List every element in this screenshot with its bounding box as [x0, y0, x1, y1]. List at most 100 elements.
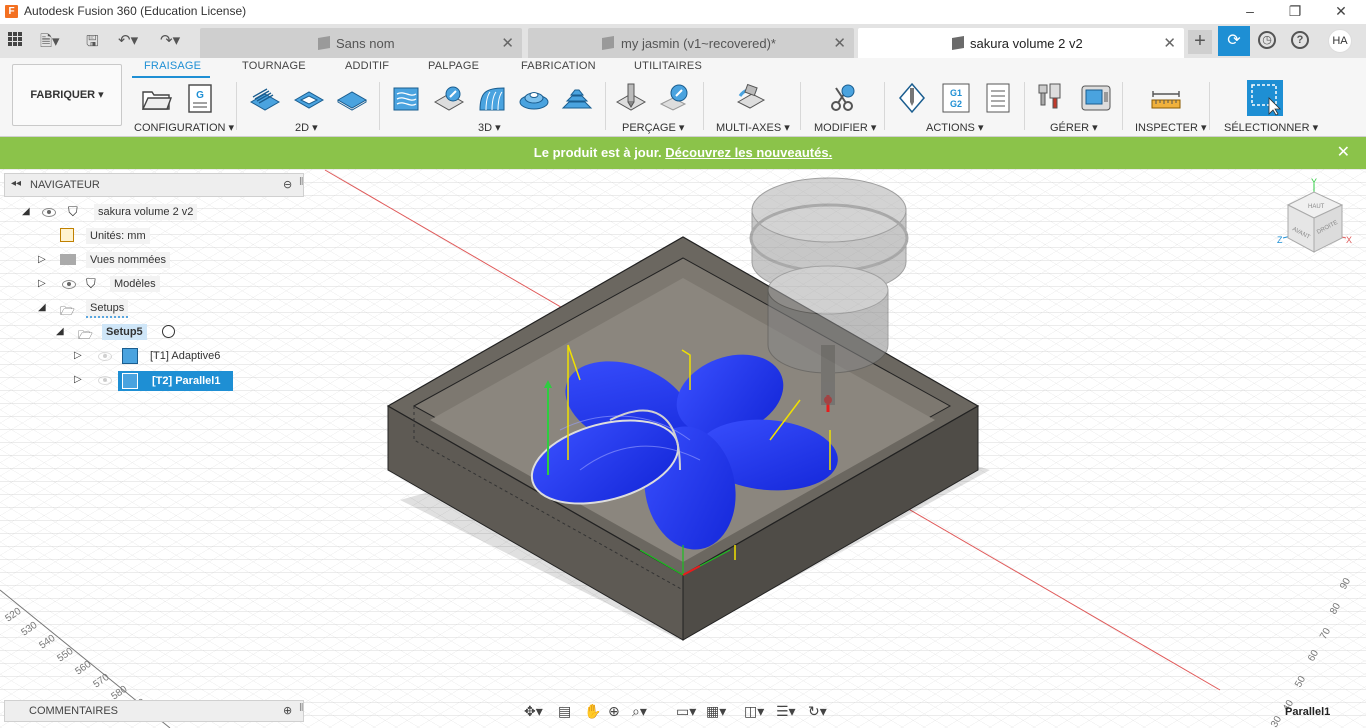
visibility-eye-icon[interactable] — [62, 280, 76, 289]
tool-library-icon[interactable] — [1036, 82, 1068, 114]
workspace-switcher[interactable]: FABRIQUER ▾ — [12, 64, 122, 126]
pan-icon[interactable]: ✋ — [584, 703, 601, 720]
close-banner-icon[interactable]: ✕ — [1337, 137, 1350, 168]
tree-setup5[interactable]: ◢ 🗁 Setup5 — [56, 322, 256, 344]
tab-fabrication[interactable]: FABRICATION — [521, 60, 596, 72]
drill-icon[interactable] — [615, 82, 647, 114]
post-process-icon[interactable]: G1 G2 — [940, 82, 972, 114]
tab-sakura-volume[interactable]: sakura volume 2 v2 ✕ — [858, 28, 1184, 58]
tree-root[interactable]: ◢ ⛉ sakura volume 2 v2 — [20, 202, 220, 224]
contour-icon[interactable] — [518, 82, 550, 114]
look-at-icon[interactable]: ▤ — [558, 703, 571, 720]
group-percage[interactable]: PERÇAGE ▾ — [622, 121, 684, 134]
document-icon: ⛉ — [68, 204, 78, 219]
refresh-icon[interactable]: ↻▾ — [808, 703, 827, 720]
comments-resize-handle[interactable]: ‖ — [299, 702, 304, 714]
tab-additif[interactable]: ADDITIF — [345, 60, 389, 72]
3d-adaptive-icon[interactable] — [390, 82, 422, 114]
tree-named-views[interactable]: ▷ Vues nommées — [38, 250, 238, 272]
navigator-resize-handle[interactable]: ‖ — [299, 176, 304, 188]
group-2d[interactable]: 2D ▾ — [295, 121, 318, 134]
new-tab-button[interactable]: + — [1188, 30, 1212, 54]
zoom-icon[interactable]: ⊕ — [608, 703, 620, 720]
collapsed-triangle-icon[interactable]: ▷ — [74, 350, 82, 361]
nc-program-icon[interactable]: G — [184, 82, 216, 114]
tab-palpage[interactable]: PALPAGE — [428, 60, 479, 72]
2d-pocket-icon[interactable] — [293, 82, 325, 114]
collapsed-triangle-icon[interactable]: ▷ — [38, 254, 46, 265]
3d-pocket-icon[interactable] — [433, 82, 465, 114]
save-icon[interactable]: 🖫 — [86, 31, 99, 56]
expanded-triangle-icon[interactable]: ◢ — [56, 326, 64, 337]
setup-folder-icon[interactable] — [140, 82, 172, 114]
group-actions[interactable]: ACTIONS ▾ — [926, 121, 983, 134]
group-multi-axes[interactable]: MULTI-AXES ▾ — [716, 121, 790, 134]
setup-sheet-icon[interactable] — [982, 82, 1014, 114]
expanded-triangle-icon[interactable]: ◢ — [38, 302, 46, 313]
job-status-icon[interactable]: ⟳ — [1218, 26, 1250, 56]
horizontal-icon[interactable] — [561, 82, 593, 114]
divider — [1209, 82, 1210, 130]
collapsed-triangle-icon[interactable]: ▷ — [38, 278, 46, 289]
grid-settings-icon[interactable]: ▦▾ — [706, 703, 726, 720]
group-selectionner[interactable]: SÉLECTIONNER ▾ — [1224, 121, 1318, 134]
orbit-icon[interactable]: ✥▾ — [524, 703, 543, 720]
collapsed-triangle-icon[interactable]: ▷ — [74, 374, 82, 385]
redo-icon[interactable]: ↷▾ — [160, 31, 180, 49]
viewports-icon[interactable]: ◫▾ — [744, 703, 764, 720]
help-icon[interactable]: ? — [1291, 31, 1309, 49]
simulate-icon[interactable] — [896, 82, 928, 114]
tab-tournage[interactable]: TOURNAGE — [242, 60, 306, 72]
multi-axis-icon[interactable] — [734, 82, 766, 114]
undo-icon[interactable]: ↶▾ — [118, 31, 138, 49]
tab-my-jasmin[interactable]: my jasmin (v1~recovered)* ✕ — [528, 28, 854, 58]
face-icon[interactable] — [336, 82, 368, 114]
visual-style-icon[interactable]: ☰▾ — [776, 703, 796, 720]
file-menu-icon[interactable]: 🗎▾ — [40, 31, 60, 56]
toolpath-trim-icon[interactable] — [826, 82, 858, 114]
visibility-eye-icon[interactable] — [42, 208, 56, 217]
data-panel-grid-icon[interactable] — [8, 32, 22, 46]
expanded-triangle-icon[interactable]: ◢ — [22, 206, 30, 217]
fit-icon[interactable]: ⌕▾ — [632, 703, 647, 720]
display-settings-icon[interactable]: ▭▾ — [676, 703, 696, 720]
parallel-icon[interactable] — [476, 82, 508, 114]
close-tab-icon[interactable]: ✕ — [1163, 34, 1176, 52]
tree-models[interactable]: ▷ ⛉ Modèles — [38, 274, 238, 296]
tree-op-parallel-controls[interactable]: ▷ — [74, 370, 114, 392]
tab-fraisage[interactable]: FRAISAGE — [144, 60, 201, 72]
tab-utilitaires[interactable]: UTILITAIRES — [634, 60, 702, 72]
machine-library-icon[interactable] — [1080, 82, 1112, 114]
2d-adaptive-icon[interactable] — [249, 82, 281, 114]
user-avatar[interactable]: HA — [1328, 29, 1352, 53]
group-label: 3D — [478, 122, 493, 134]
tree-op-parallel[interactable]: [T2] Parallel1 — [118, 371, 233, 391]
minimize-navigator-icon[interactable]: ⊖ — [283, 178, 292, 191]
history-icon[interactable]: ◷ — [1258, 31, 1276, 49]
group-configuration[interactable]: CONFIGURATION ▾ — [134, 121, 234, 134]
close-tab-icon[interactable]: ✕ — [833, 34, 846, 52]
close-window-button[interactable]: ✕ — [1331, 2, 1351, 20]
title-bar: F Autodesk Fusion 360 (Education License… — [0, 0, 1366, 24]
group-modifier[interactable]: MODIFIER ▾ — [814, 121, 876, 134]
active-setup-radio-icon[interactable] — [162, 325, 175, 338]
collapse-navigator-icon[interactable]: ◂◂ — [11, 178, 21, 189]
hidden-eye-icon[interactable] — [98, 352, 112, 361]
hidden-eye-icon[interactable] — [98, 376, 112, 385]
navigator-title: NAVIGATEUR — [30, 179, 100, 191]
group-gerer[interactable]: GÉRER ▾ — [1050, 121, 1098, 134]
tab-sans-nom[interactable]: Sans nom ✕ — [200, 28, 522, 58]
hole-recognition-icon[interactable] — [659, 82, 691, 114]
group-3d[interactable]: 3D ▾ — [478, 121, 501, 134]
minimize-button[interactable]: – — [1240, 2, 1260, 20]
whats-new-link[interactable]: Découvrez les nouveautés. — [665, 145, 832, 160]
select-window-icon[interactable] — [1247, 80, 1283, 116]
close-tab-icon[interactable]: ✕ — [501, 34, 514, 52]
add-comment-icon[interactable]: ⊕ — [283, 704, 292, 717]
measure-icon[interactable] — [1150, 82, 1182, 114]
tree-units[interactable]: Unités: mm — [60, 226, 260, 248]
restore-button[interactable]: ❐ — [1285, 2, 1305, 20]
tree-op-adaptive[interactable]: ▷ [T1] Adaptive6 — [74, 346, 274, 368]
tree-setups[interactable]: ◢ 🗁 Setups — [38, 298, 238, 320]
group-inspecter[interactable]: INSPECTER ▾ — [1135, 121, 1207, 134]
